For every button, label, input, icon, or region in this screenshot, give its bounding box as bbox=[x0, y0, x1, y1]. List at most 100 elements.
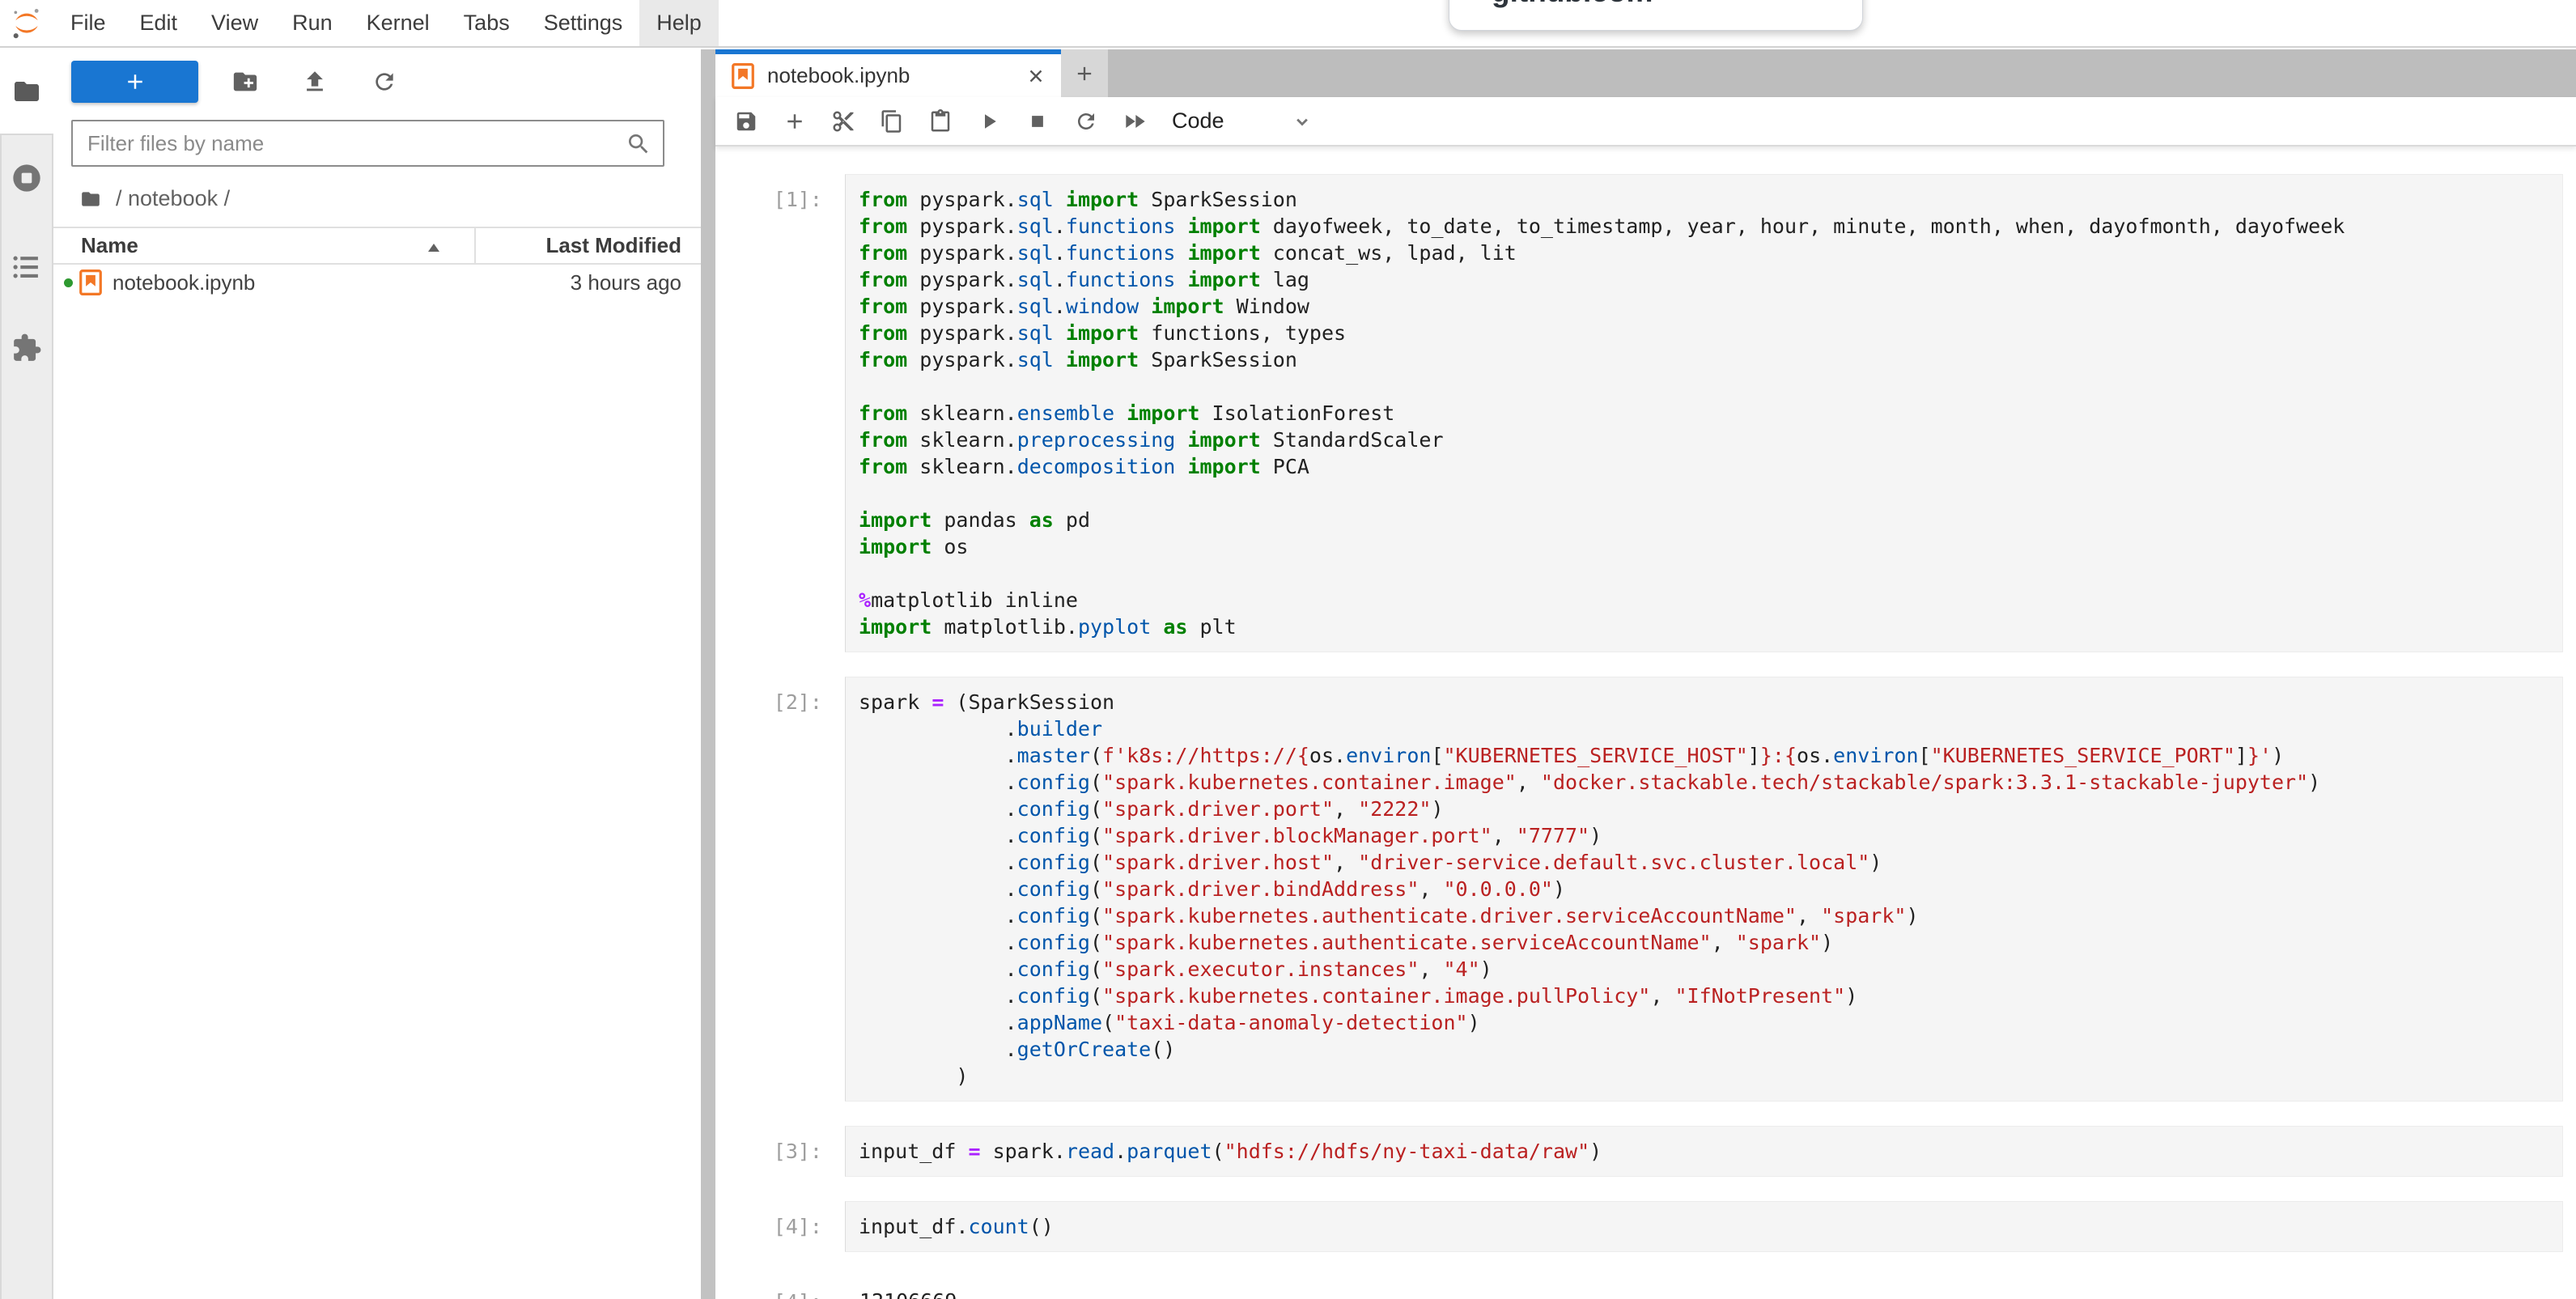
sidebar-tab-file-browser[interactable] bbox=[2, 66, 52, 117]
cut-cells-button[interactable] bbox=[819, 99, 868, 144]
code-line: from pyspark.sql.functions import dayofw… bbox=[859, 213, 2549, 240]
jupyterlab-window: { "menubar": { "items": ["File", "Edit",… bbox=[0, 0, 2576, 1299]
menu-edit[interactable]: Edit bbox=[123, 0, 195, 46]
copy-icon bbox=[880, 109, 904, 134]
restart-kernel-button[interactable] bbox=[1062, 99, 1110, 144]
file-list-header: Name Last Modified bbox=[53, 227, 701, 265]
menu-run[interactable]: Run bbox=[275, 0, 350, 46]
code-line: .config("spark.kubernetes.container.imag… bbox=[859, 769, 2549, 796]
upload-icon bbox=[301, 68, 329, 96]
code-line: spark = (SparkSession bbox=[859, 689, 2549, 715]
refresh-file-list-button[interactable] bbox=[362, 61, 407, 103]
code-line: import pandas as pd bbox=[859, 507, 2549, 533]
new-launcher-button[interactable] bbox=[71, 61, 198, 103]
menu-settings[interactable]: Settings bbox=[527, 0, 640, 46]
code-editor[interactable]: spark = (SparkSession .builder .master(f… bbox=[845, 677, 2563, 1102]
code-cell: [1]:from pyspark.sql import SparkSession… bbox=[715, 174, 2576, 652]
dock-tab-bar: notebook.ipynb bbox=[715, 49, 2576, 97]
menu-kernel[interactable]: Kernel bbox=[350, 0, 447, 46]
code-line: from sklearn.decomposition import PCA bbox=[859, 453, 2549, 480]
code-line bbox=[859, 480, 2549, 507]
code-line: .config("spark.executor.instances", "4") bbox=[859, 956, 2549, 983]
code-line: .appName("taxi-data-anomaly-detection") bbox=[859, 1009, 2549, 1036]
code-cell: [4]: input_df.count() bbox=[715, 1201, 2576, 1252]
new-folder-icon bbox=[231, 68, 259, 96]
file-browser-panel: / notebook / Name Last Modified notebook… bbox=[53, 49, 701, 1299]
column-header-name[interactable]: Name bbox=[53, 228, 476, 263]
paste-icon bbox=[928, 109, 953, 134]
cell-input-prompt: [2]: bbox=[715, 677, 845, 715]
folder-icon bbox=[12, 77, 41, 106]
cell-type-select[interactable]: Code bbox=[1172, 108, 1224, 134]
output-text: 12106669 bbox=[845, 1276, 2563, 1299]
notebook-dock-panel: notebook.ipynb bbox=[715, 49, 2576, 1299]
interrupt-kernel-button[interactable] bbox=[1013, 99, 1062, 144]
list-icon bbox=[11, 253, 42, 281]
plus-icon bbox=[123, 70, 147, 94]
code-line: .config("spark.kubernetes.authenticate.s… bbox=[859, 929, 2549, 956]
sidebar-tab-extension-manager[interactable] bbox=[2, 323, 52, 373]
code-line: from sklearn.ensemble import IsolationFo… bbox=[859, 400, 2549, 427]
code-line: from pyspark.sql import SparkSession bbox=[859, 346, 2549, 373]
code-line: .builder bbox=[859, 715, 2549, 742]
activity-bar bbox=[0, 49, 53, 1299]
menu-file[interactable]: File bbox=[53, 0, 123, 46]
code-editor[interactable]: from pyspark.sql import SparkSessionfrom… bbox=[845, 174, 2563, 652]
notebook-content[interactable]: [1]:from pyspark.sql import SparkSession… bbox=[715, 147, 2576, 1299]
code-cell: [3]:input_df = spark.read.parquet("hdfs:… bbox=[715, 1126, 2576, 1177]
code-line: input_df = spark.read.parquet("hdfs://hd… bbox=[859, 1138, 2549, 1165]
code-line: ) bbox=[859, 1063, 2549, 1089]
code-line bbox=[859, 373, 2549, 400]
upload-button[interactable] bbox=[292, 61, 337, 103]
notebook-toolbar: Code bbox=[715, 97, 2576, 146]
stop-circle-icon bbox=[11, 162, 43, 194]
code-line: %matplotlib inline bbox=[859, 587, 2549, 613]
run-cell-button[interactable] bbox=[965, 99, 1013, 144]
menu-bar: File Edit View Run Kernel Tabs Settings … bbox=[0, 0, 2576, 48]
refresh-icon bbox=[371, 69, 397, 95]
sidebar-tab-table-of-contents[interactable] bbox=[2, 242, 52, 292]
save-button[interactable] bbox=[722, 99, 770, 144]
code-line: from sklearn.preprocessing import Standa… bbox=[859, 427, 2549, 453]
menu-view[interactable]: View bbox=[194, 0, 275, 46]
code-line: .config("spark.kubernetes.container.imag… bbox=[859, 983, 2549, 1009]
code-line: from pyspark.sql.functions import lag bbox=[859, 266, 2549, 293]
column-header-last-modified[interactable]: Last Modified bbox=[476, 233, 701, 258]
cell-input-prompt: [4]: bbox=[715, 1201, 845, 1240]
code-cell: [2]:spark = (SparkSession .builder .mast… bbox=[715, 677, 2576, 1102]
restart-icon bbox=[1074, 109, 1098, 134]
scissors-icon bbox=[831, 109, 855, 134]
breadcrumb[interactable]: / notebook / bbox=[80, 186, 230, 211]
insert-cell-button[interactable] bbox=[770, 99, 819, 144]
plus-icon bbox=[783, 109, 807, 134]
restart-run-all-button[interactable] bbox=[1110, 99, 1159, 144]
plus-icon bbox=[1073, 62, 1096, 85]
code-editor[interactable]: input_df.count() bbox=[845, 1201, 2563, 1252]
sidebar-tab-running-kernels[interactable] bbox=[2, 153, 52, 203]
code-editor[interactable]: input_df = spark.read.parquet("hdfs://hd… bbox=[845, 1126, 2563, 1177]
running-kernel-dot bbox=[64, 278, 73, 287]
close-tab-icon[interactable] bbox=[1025, 66, 1046, 87]
code-line bbox=[859, 560, 2549, 587]
code-line: .getOrCreate() bbox=[859, 1036, 2549, 1063]
file-list-item-notebook[interactable]: notebook.ipynb 3 hours ago bbox=[53, 266, 701, 299]
new-tab-button[interactable] bbox=[1061, 49, 1108, 97]
paste-cells-button[interactable] bbox=[916, 99, 965, 144]
save-icon bbox=[734, 109, 758, 134]
chevron-down-icon[interactable] bbox=[1291, 110, 1313, 133]
filter-files-input[interactable] bbox=[73, 121, 663, 165]
copy-cells-button[interactable] bbox=[868, 99, 916, 144]
file-name: notebook.ipynb bbox=[112, 270, 255, 295]
menu-tabs[interactable]: Tabs bbox=[447, 0, 527, 46]
new-folder-button[interactable] bbox=[223, 61, 268, 103]
code-line: .config("spark.driver.port", "2222") bbox=[859, 796, 2549, 822]
github-hover-popup: github.com bbox=[1449, 0, 1863, 31]
panel-splitter[interactable] bbox=[701, 49, 715, 1299]
code-line: import os bbox=[859, 533, 2549, 560]
menu-help[interactable]: Help bbox=[639, 0, 719, 46]
code-line: input_df.count() bbox=[859, 1213, 2549, 1240]
tab-notebook-ipynb[interactable]: notebook.ipynb bbox=[715, 49, 1061, 97]
stop-icon bbox=[1025, 109, 1050, 134]
home-folder-icon bbox=[80, 189, 101, 210]
code-line: from pyspark.sql import SparkSession bbox=[859, 186, 2549, 213]
